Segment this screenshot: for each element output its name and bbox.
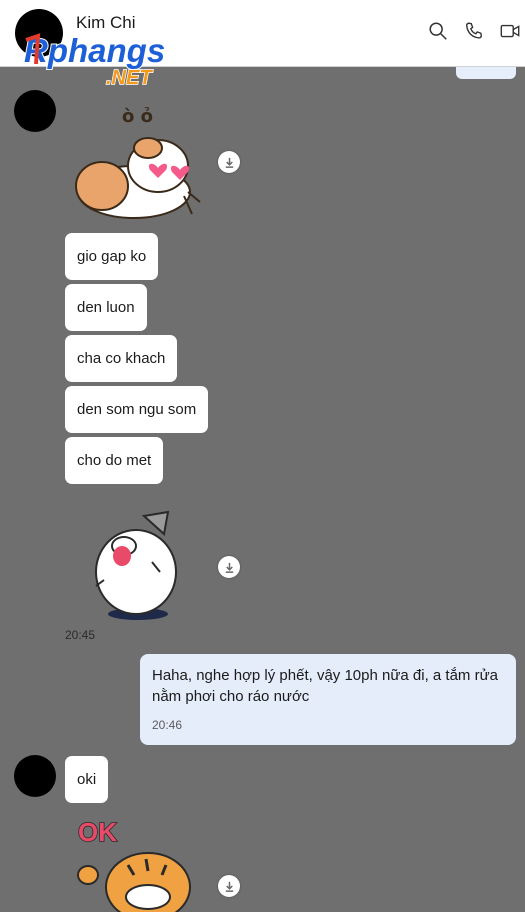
download-sticker-button[interactable] (218, 556, 240, 578)
download-sticker-button[interactable] (218, 875, 240, 897)
download-icon (225, 157, 233, 168)
message-bubble[interactable]: cha co khach (65, 335, 178, 382)
logo-watermark: Rphangs .NET (24, 31, 166, 90)
download-icon (225, 562, 233, 573)
sender-avatar[interactable] (14, 755, 56, 797)
message-bubble[interactable]: gio gap ko (65, 233, 159, 280)
phone-icon[interactable] (463, 20, 485, 42)
sticker-hamster[interactable]: ò ỏ (72, 100, 204, 222)
message-timestamp: 20:45 (65, 628, 96, 642)
sender-avatar[interactable] (14, 90, 56, 132)
sticker-cat[interactable] (82, 502, 194, 624)
sticker-caption: ò ỏ (122, 106, 153, 127)
message-bubble[interactable]: oki (65, 756, 109, 803)
message-bubble[interactable]: den luon (65, 284, 147, 331)
message-bubble[interactable]: cho do met (65, 437, 164, 484)
logo-suffix: .NET (106, 67, 153, 89)
logo-wordmark: Rphangs (24, 32, 165, 69)
download-sticker-button[interactable] (218, 151, 240, 173)
message-bubble[interactable]: den som ngu som (65, 386, 209, 433)
outgoing-message-text: Haha, nghe hợp lý phết, vậy 10ph nữa đi,… (152, 667, 498, 705)
previous-message-bubble (456, 67, 516, 79)
outgoing-message-bubble[interactable]: Haha, nghe hợp lý phết, vậy 10ph nữa đi,… (140, 654, 516, 745)
search-icon[interactable] (427, 20, 449, 42)
video-call-icon[interactable] (499, 20, 521, 42)
message-timestamp: 20:46 (152, 718, 183, 732)
sticker-caption: OK (78, 817, 117, 847)
sticker-tiger[interactable]: OK (76, 815, 196, 912)
header-actions (427, 20, 521, 42)
message-list[interactable]: ò ỏ gio gap ko den luon cha co khach den… (0, 67, 525, 912)
download-icon (225, 881, 233, 892)
